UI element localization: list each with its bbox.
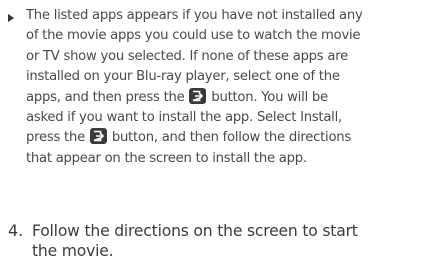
- step-text: Follow the directions on the screen to s…: [32, 222, 358, 260]
- bullet-item: The listed apps appears if you have not …: [8, 6, 444, 169]
- bullet-paragraph: The listed apps appears if you have not …: [8, 6, 444, 169]
- enter-button-icon: [89, 128, 107, 145]
- step-number: 4.: [8, 221, 24, 240]
- enter-button-icon: [189, 87, 207, 104]
- step-item: 4. Follow the directions on the screen t…: [8, 221, 444, 261]
- bullet-triangle-icon: [8, 14, 14, 22]
